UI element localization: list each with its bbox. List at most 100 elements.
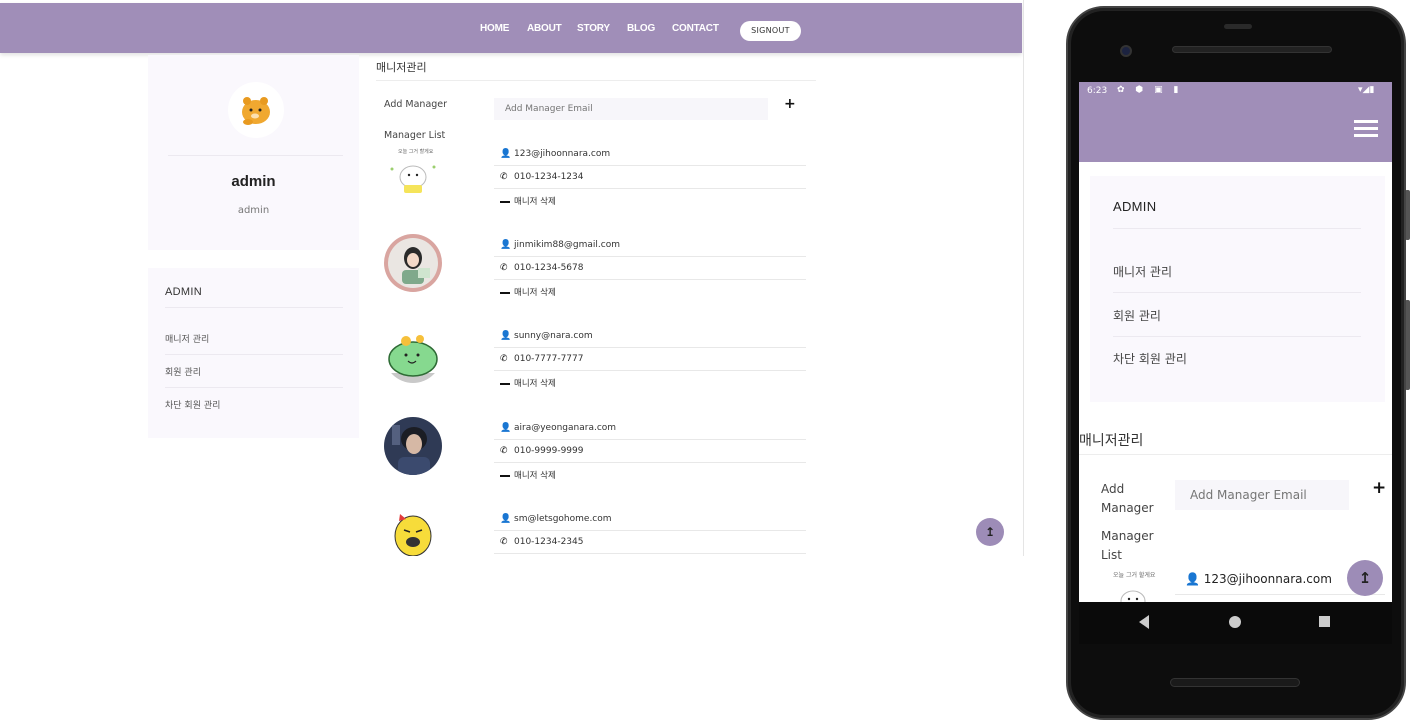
user-icon: 👤 [500, 149, 512, 159]
manager-avatar [384, 508, 442, 556]
manager-phone: 010-1234-1234 [514, 172, 584, 182]
phone-frame: 6:23 ✿ ⬢ ▣ ▮ ▾◢▮ ADMIN 매니저 관리 회원 관리 차단 회… [1066, 6, 1406, 720]
profile-divider [168, 155, 343, 156]
delete-label: 매니저 삭제 [514, 471, 556, 481]
sidebar-item-manager[interactable]: 매니저 관리 [165, 332, 209, 345]
profile-card: admin admin [148, 55, 359, 250]
phone-speaker [1172, 46, 1332, 53]
manager-email: sunny@nara.com [514, 331, 593, 341]
manager-phone-row: ✆ 010-9999-9999 [494, 440, 806, 463]
manager-avatar [384, 325, 442, 383]
status-time: 6:23 [1087, 86, 1108, 96]
delete-label: 매니저 삭제 [514, 288, 556, 298]
manager-phone-row: ✆ 010-1234-5678 [494, 257, 806, 280]
status-signal-icons: ▾◢▮ [1358, 85, 1375, 95]
mobile-sidebar-item-blocked[interactable]: 차단 회원 관리 [1113, 350, 1187, 367]
user-icon: 👤 [1185, 572, 1204, 586]
minus-icon [500, 200, 510, 203]
phone-icon: ✆ [500, 537, 508, 547]
manager-email: aira@yeonganara.com [514, 423, 617, 433]
mobile-admin-menu-card: ADMIN 매니저 관리 회원 관리 차단 회원 관리 [1090, 176, 1385, 402]
arrow-up-icon: ↥ [1358, 569, 1372, 587]
mobile-scroll-top-button[interactable]: ↥ [1347, 560, 1383, 596]
camera-icon [1120, 45, 1132, 57]
home-icon[interactable] [1229, 616, 1241, 628]
phone-icon: ✆ [500, 446, 508, 456]
menu-divider [1113, 336, 1361, 337]
mobile-manager-list-label: Manager List [1101, 529, 1154, 562]
signout-button[interactable]: SIGNOUT [740, 21, 801, 41]
delete-manager-button[interactable]: 매니저 삭제 [500, 286, 556, 298]
mobile-admin-menu-title: ADMIN [1113, 199, 1157, 214]
phone-bottom-speaker [1170, 678, 1300, 687]
manager-avatar [384, 417, 442, 475]
user-icon: 👤 [500, 514, 512, 524]
delete-manager-button[interactable]: 매니저 삭제 [500, 469, 556, 481]
user-icon: 👤 [500, 423, 512, 433]
manager-phone: 010-1234-5678 [514, 263, 584, 273]
add-manager-email-input[interactable] [494, 98, 768, 120]
nav-blog[interactable]: BLOG [627, 23, 655, 34]
user-icon: 👤 [500, 331, 512, 341]
bear-avatar-icon [242, 97, 270, 125]
mobile-title-divider [1079, 454, 1392, 455]
svg-text:오늘 그거 할게요: 오늘 그거 할게요 [1113, 571, 1156, 579]
manager-avatar [384, 234, 442, 292]
hamburger-menu-icon[interactable] [1354, 120, 1378, 141]
phone-icon: ✆ [500, 354, 508, 364]
manager-email-row: 👤 sm@letsgohome.com [494, 508, 806, 531]
menu-divider [165, 307, 343, 308]
arrow-up-icon: ↥ [984, 525, 996, 539]
back-icon[interactable] [1139, 615, 1149, 629]
manager-phone: 010-7777-7777 [514, 354, 584, 364]
manager-phone-row: ✆ 010-1234-2345 [494, 531, 806, 554]
sidebar-item-members[interactable]: 회원 관리 [165, 365, 201, 378]
recent-apps-icon[interactable] [1319, 616, 1330, 627]
delete-label: 매니저 삭제 [514, 379, 556, 389]
scroll-top-button[interactable]: ↥ [976, 518, 1004, 546]
nav-home[interactable]: HOME [480, 23, 509, 34]
mobile-sidebar-item-manager[interactable]: 매니저 관리 [1113, 263, 1172, 280]
title-divider [376, 80, 816, 81]
phone-icon: ✆ [500, 172, 508, 182]
mobile-header: 6:23 ✿ ⬢ ▣ ▮ ▾◢▮ [1079, 82, 1392, 162]
sidebar-item-blocked[interactable]: 차단 회원 관리 [165, 398, 220, 411]
nav-story[interactable]: STORY [577, 23, 610, 34]
delete-manager-button[interactable]: 매니저 삭제 [500, 377, 556, 389]
nav-about[interactable]: ABOUT [527, 23, 562, 34]
android-nav-bar [1079, 602, 1392, 644]
manager-phone: 010-1234-2345 [514, 537, 584, 547]
manager-email-row: 👤 sunny@nara.com [494, 325, 806, 348]
profile-name: admin [231, 173, 276, 190]
minus-icon [500, 474, 510, 477]
manager-avatar: 오늘 그거 할게요 [384, 143, 442, 201]
menu-divider [1113, 228, 1361, 229]
manager-email: sm@letsgohome.com [514, 514, 612, 524]
delete-label: 매니저 삭제 [514, 197, 556, 207]
avatar [228, 82, 284, 138]
mobile-sidebar-item-members[interactable]: 회원 관리 [1113, 307, 1161, 324]
manager-email-row: 👤 aira@yeonganara.com [494, 417, 806, 440]
menu-divider [165, 387, 343, 388]
menu-divider [165, 354, 343, 355]
desktop-view: HOME ABOUT STORY BLOG CONTACT SIGNOUT ad… [0, 0, 1024, 556]
manager-email: 123@jihoonnara.com [514, 149, 611, 159]
mobile-view: 6:23 ✿ ⬢ ▣ ▮ ▾◢▮ ADMIN 매니저 관리 회원 관리 차단 회… [1079, 82, 1392, 602]
profile-role: admin [237, 205, 270, 216]
phone-icon: ✆ [500, 263, 508, 273]
mobile-add-manager-button[interactable]: + [1372, 478, 1386, 498]
manager-phone-row: ✆ 010-7777-7777 [494, 348, 806, 371]
phone-sensor [1224, 24, 1252, 29]
manager-phone: 010-9999-9999 [514, 446, 584, 456]
nav-contact[interactable]: CONTACT [672, 23, 719, 34]
delete-manager-button[interactable]: 매니저 삭제 [500, 195, 556, 207]
top-navbar: HOME ABOUT STORY BLOG CONTACT SIGNOUT [0, 3, 1022, 53]
mobile-add-manager-email-input[interactable] [1175, 480, 1349, 510]
manager-email-row: 👤 123@jihoonnara.com [494, 143, 806, 166]
admin-menu-title: ADMIN [165, 286, 202, 298]
mobile-add-manager-label: Add Manager [1101, 482, 1154, 515]
status-notification-icons: ✿ ⬢ ▣ ▮ [1117, 85, 1183, 95]
add-manager-button[interactable]: + [784, 96, 796, 112]
manager-list-label: Manager List [384, 130, 446, 141]
page-title: 매니저관리 [376, 61, 427, 74]
